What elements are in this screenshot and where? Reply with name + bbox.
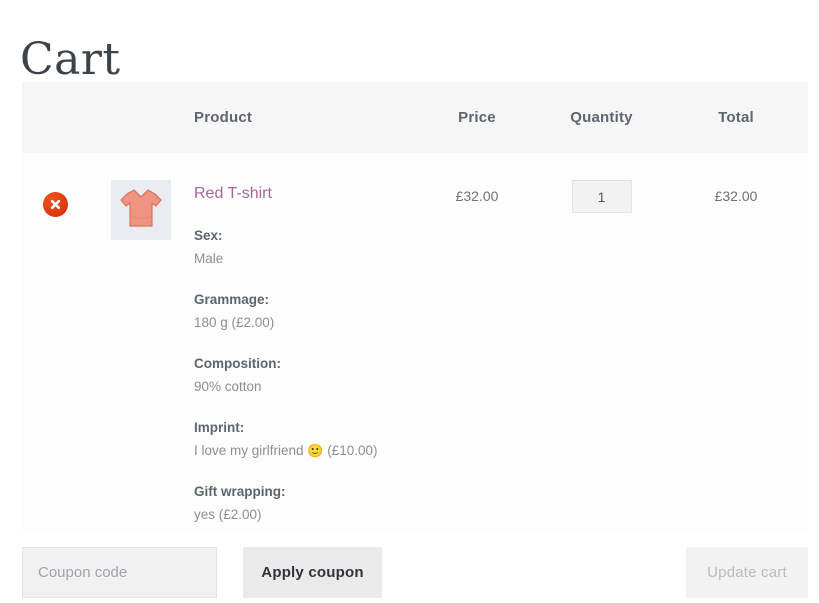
cart-page: Cart Product Price Quantity Total Red T-… <box>0 0 819 603</box>
slightly-smiling-face-icon: 🙂 <box>307 443 324 458</box>
item-total: £32.00 <box>714 188 758 204</box>
imprint-price: (£10.00) <box>327 443 378 458</box>
product-details-cell: Red T-shirt Sex: Male Grammage: 180 g (£… <box>194 180 415 526</box>
imprint-text: I love my girlfriend <box>194 443 304 458</box>
variation-grammage: Grammage: 180 g (£2.00) <box>194 290 415 334</box>
variation-label: Composition: <box>194 356 281 371</box>
variation-composition: Composition: 90% cotton <box>194 354 415 398</box>
variation-label: Gift wrapping: <box>194 484 286 499</box>
variation-value: I love my girlfriend 🙂 (£10.00) <box>194 440 415 462</box>
quantity-input[interactable] <box>571 180 632 213</box>
cart-table-header-row: Product Price Quantity Total <box>22 82 808 153</box>
variation-sex: Sex: Male <box>194 226 415 270</box>
apply-coupon-button[interactable]: Apply coupon <box>243 547 382 598</box>
remove-circle-x-icon <box>49 198 62 211</box>
variation-label: Grammage: <box>194 292 270 307</box>
item-price: £32.00 <box>455 188 499 204</box>
page-title: Cart <box>20 34 121 86</box>
variation-value: yes (£2.00) <box>194 507 262 522</box>
product-name-link[interactable]: Red T-shirt <box>194 184 272 204</box>
column-header-product: Product <box>194 109 253 126</box>
cart-item-row: Red T-shirt Sex: Male Grammage: 180 g (£… <box>22 153 808 532</box>
column-header-price: Price <box>458 109 496 126</box>
variation-value: Male <box>194 251 224 266</box>
cart-actions-bar: Apply coupon Update cart <box>22 547 808 598</box>
remove-item-cell <box>22 180 88 217</box>
variation-gift-wrapping: Gift wrapping: yes (£2.00) <box>194 482 415 526</box>
update-cart-button[interactable]: Update cart <box>686 547 808 598</box>
variation-value: 90% cotton <box>194 379 262 394</box>
variation-label: Imprint: <box>194 420 245 435</box>
product-thumbnail-link[interactable] <box>111 180 171 240</box>
remove-item-button[interactable] <box>42 192 68 217</box>
item-quantity-cell <box>539 180 664 213</box>
variation-value: 180 g (£2.00) <box>194 315 275 330</box>
cart-table: Product Price Quantity Total Red T-shirt… <box>22 82 808 532</box>
column-header-total: Total <box>718 109 754 126</box>
column-header-quantity: Quantity <box>570 109 633 126</box>
variation-imprint: Imprint: I love my girlfriend 🙂 (£10.00) <box>194 418 415 462</box>
tshirt-thumbnail-icon <box>118 186 164 235</box>
coupon-code-input[interactable] <box>22 547 217 598</box>
variation-label: Sex: <box>194 228 223 243</box>
product-thumbnail-cell <box>88 180 194 240</box>
